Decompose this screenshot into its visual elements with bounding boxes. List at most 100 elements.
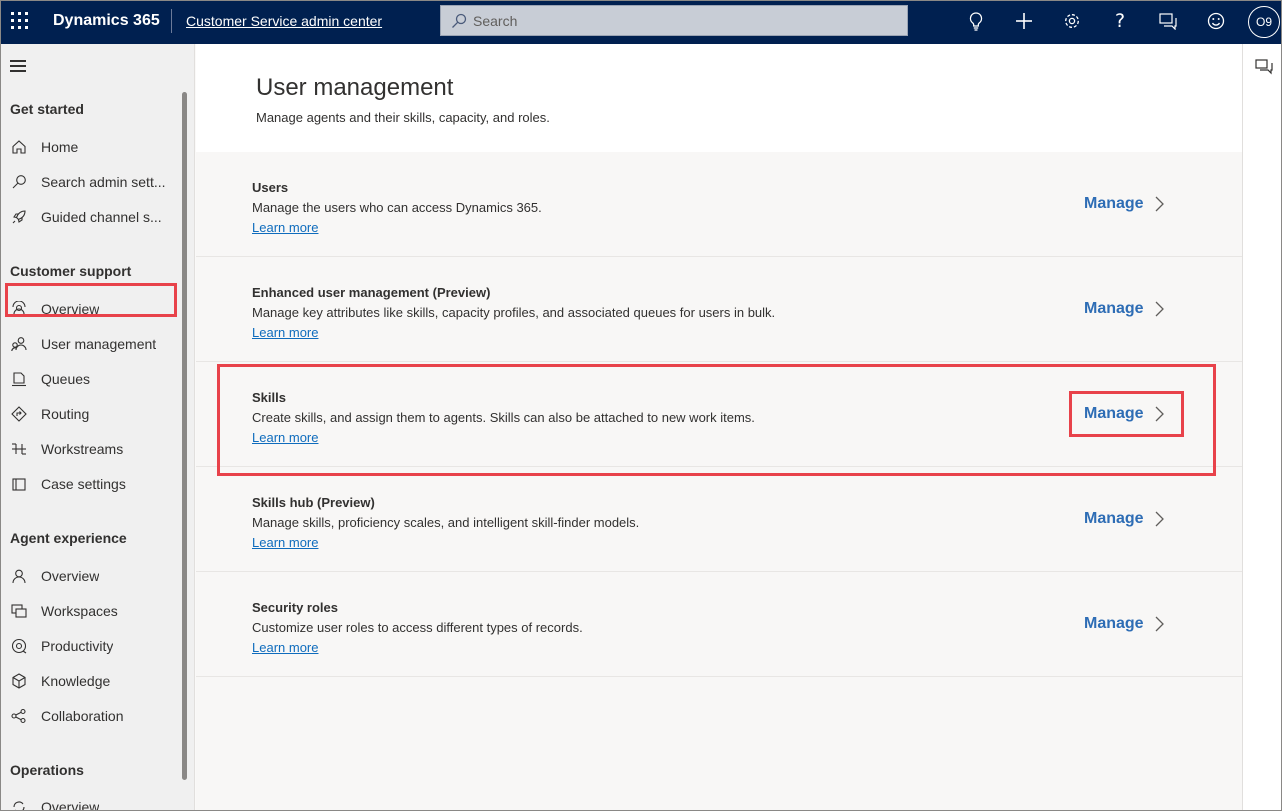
case-icon: [10, 475, 28, 493]
manage-skills-hub-button[interactable]: Manage: [1084, 507, 1164, 531]
sidebar-item-label: Knowledge: [41, 673, 111, 689]
list-item: Enhanced user management (Preview) Manag…: [196, 257, 1242, 362]
section-customer-support: Customer support: [10, 263, 132, 279]
sidebar-item-workstreams[interactable]: Workstreams: [10, 436, 175, 462]
sidebar-item-label: Overview: [41, 799, 100, 811]
learn-more-link[interactable]: Learn more: [252, 325, 318, 340]
sidebar-item-case-settings[interactable]: Case settings: [10, 471, 175, 497]
sidebar-item-queues[interactable]: Queues: [10, 366, 175, 392]
sidebar-item-operations-overview[interactable]: Overview: [10, 794, 175, 811]
row-description: Manage the users who can access Dynamics…: [252, 200, 542, 215]
manage-label: Manage: [1084, 300, 1144, 317]
sidebar-item-label: Workspaces: [41, 603, 118, 619]
page-title: User management: [256, 74, 454, 101]
chat-icon[interactable]: [1255, 58, 1273, 76]
section-agent-experience: Agent experience: [10, 530, 127, 546]
rocket-icon: [10, 208, 28, 226]
search-box[interactable]: Search: [440, 5, 908, 36]
sidebar-item-label: Queues: [41, 371, 91, 387]
manage-users-button[interactable]: Manage: [1084, 192, 1164, 216]
sidebar-item-agent-overview[interactable]: Overview: [10, 563, 175, 589]
sidebar-item-home[interactable]: Home: [10, 134, 175, 160]
right-rail: [1242, 44, 1281, 810]
manage-security-roles-button[interactable]: Manage: [1084, 612, 1164, 636]
app-frame: Dynamics 365 Customer Service admin cent…: [0, 0, 1282, 811]
sidebar: Get started Home Search admin sett... Gu…: [1, 44, 195, 811]
operations-icon: [10, 798, 28, 810]
skills-manage-highlight: [1069, 391, 1184, 437]
sidebar-item-knowledge[interactable]: Knowledge: [10, 668, 175, 694]
sidebar-item-label: Collaboration: [41, 708, 124, 724]
plus-icon[interactable]: [1012, 9, 1036, 33]
sidebar-item-label: Productivity: [41, 638, 114, 654]
learn-more-link[interactable]: Learn more: [252, 220, 318, 235]
row-title: Skills hub (Preview): [252, 495, 375, 510]
row-title: Users: [252, 180, 289, 195]
app-name-link[interactable]: Customer Service admin center: [186, 13, 382, 29]
feedback-icon[interactable]: [1156, 9, 1180, 33]
list-item: Security roles Customize user roles to a…: [196, 572, 1242, 677]
sidebar-item-search-admin-settings[interactable]: Search admin sett...: [10, 169, 175, 195]
row-title: Security roles: [252, 600, 338, 615]
chevron-right-icon: [1155, 511, 1164, 527]
list-item: Users Manage the users who can access Dy…: [196, 152, 1242, 257]
gear-icon[interactable]: [1060, 9, 1084, 33]
manage-enhanced-user-management-button[interactable]: Manage: [1084, 297, 1164, 321]
sidebar-item-label: Case settings: [41, 476, 126, 492]
smiley-icon[interactable]: [1204, 9, 1228, 33]
sidebar-item-label: Guided channel s...: [41, 209, 162, 225]
row-description: Manage key attributes like skills, capac…: [252, 305, 776, 320]
queue-icon: [10, 370, 28, 388]
chevron-right-icon: [1155, 196, 1164, 212]
collaboration-icon: [10, 707, 28, 725]
top-bar: Dynamics 365 Customer Service admin cent…: [1, 1, 1281, 44]
learn-more-link[interactable]: Learn more: [252, 535, 318, 550]
header-divider: [171, 9, 172, 33]
skills-row-highlight: [217, 364, 1216, 476]
learn-more-link[interactable]: Learn more: [252, 640, 318, 655]
sidebar-item-label: Search admin sett...: [41, 174, 166, 190]
manage-label: Manage: [1084, 510, 1144, 527]
section-operations: Operations: [10, 762, 84, 778]
workspaces-icon: [10, 602, 28, 620]
sidebar-item-label: Workstreams: [41, 441, 124, 457]
page-subtitle: Manage agents and their skills, capacity…: [256, 110, 550, 125]
manage-label: Manage: [1084, 195, 1144, 212]
brand-name[interactable]: Dynamics 365: [53, 11, 160, 31]
productivity-icon: [10, 637, 28, 655]
sidebar-scrollbar[interactable]: [182, 92, 187, 780]
sidebar-item-label: Routing: [41, 406, 90, 422]
search-icon: [10, 173, 28, 191]
avatar[interactable]: O9: [1248, 6, 1280, 38]
routing-icon: [10, 405, 28, 423]
row-title: Enhanced user management (Preview): [252, 285, 491, 300]
list-item: Skills hub (Preview) Manage skills, prof…: [196, 467, 1242, 572]
person-icon: [10, 567, 28, 585]
home-icon: [10, 138, 28, 156]
section-get-started: Get started: [10, 101, 84, 117]
help-icon[interactable]: ?: [1108, 9, 1132, 33]
chevron-right-icon: [1155, 301, 1164, 317]
search-placeholder: Search: [473, 12, 518, 29]
sidebar-item-label: User management: [41, 336, 157, 352]
sidebar-item-collaboration[interactable]: Collaboration: [10, 703, 175, 729]
selected-item-highlight: [5, 283, 177, 317]
lightbulb-icon[interactable]: [964, 9, 988, 33]
sidebar-item-guided-channel-setup[interactable]: Guided channel s...: [10, 204, 175, 230]
sidebar-item-user-management[interactable]: User management: [10, 331, 175, 357]
workstreams-icon: [10, 440, 28, 458]
sidebar-item-routing[interactable]: Routing: [10, 401, 175, 427]
users-icon: [10, 335, 28, 353]
knowledge-icon: [10, 672, 28, 690]
manage-label: Manage: [1084, 615, 1144, 632]
page-header: User management Manage agents and their …: [196, 44, 1242, 152]
chevron-right-icon: [1155, 616, 1164, 632]
row-description: Manage skills, proficiency scales, and i…: [252, 515, 640, 530]
sidebar-item-workspaces[interactable]: Workspaces: [10, 598, 175, 624]
sidebar-item-productivity[interactable]: Productivity: [10, 633, 175, 659]
search-icon: [452, 13, 467, 28]
hamburger-menu-icon[interactable]: [10, 60, 26, 72]
sidebar-item-label: Overview: [41, 568, 100, 584]
row-description: Customize user roles to access different…: [252, 620, 583, 635]
app-launcher-icon[interactable]: [11, 12, 31, 32]
